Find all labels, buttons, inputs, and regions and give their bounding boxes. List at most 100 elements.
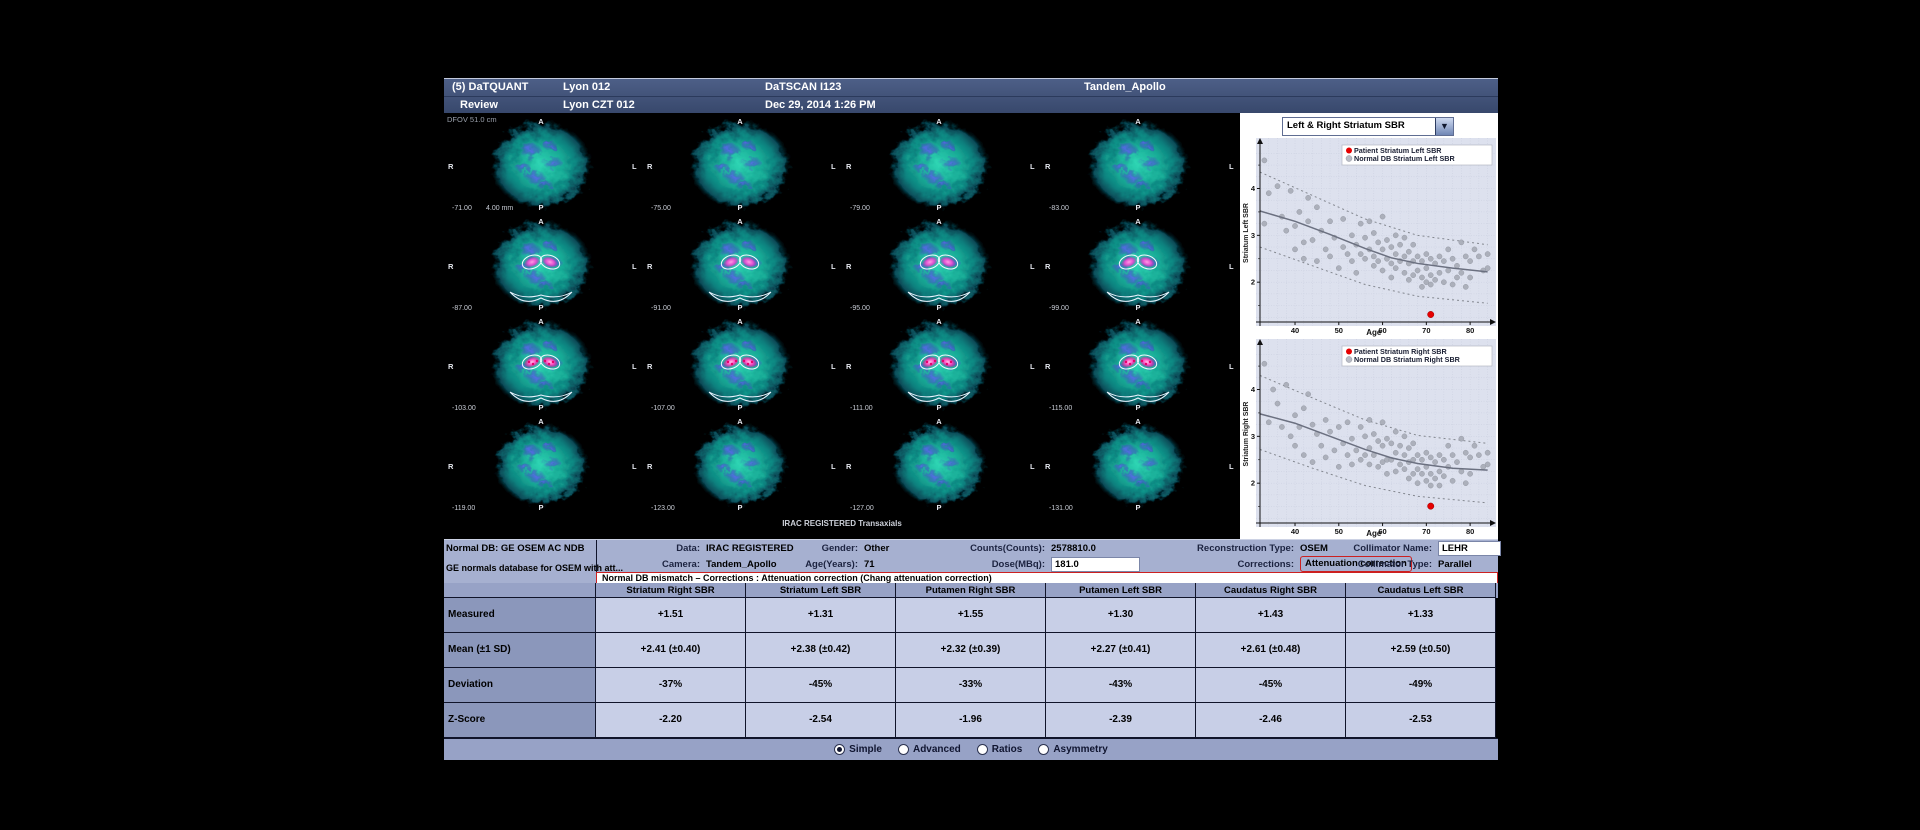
svg-text:R: R [448,462,454,471]
svg-text:L: L [1229,162,1234,171]
svg-text:L: L [1030,362,1035,371]
svg-text:A: A [538,417,544,426]
table-value-cell: +2.41 (±0.40) [596,633,746,668]
table-value-cell: -1.96 [896,703,1046,738]
svg-text:L: L [831,162,836,171]
field-label: Collimator Type: [1272,559,1432,570]
svg-text:P: P [936,203,941,212]
svg-text:P: P [538,503,543,512]
svg-text:P: P [936,403,941,412]
view-mode-option-asymmetry[interactable]: Asymmetry [1038,744,1107,755]
svg-text:A: A [1135,117,1141,126]
field-input[interactable]: LEHR [1438,541,1501,556]
svg-text:-71.00: -71.00 [452,205,472,212]
svg-text:R: R [448,262,454,271]
svg-text:4.00 mm: 4.00 mm [486,205,513,212]
header-cell: Lyon 012 [563,81,610,93]
svg-text:P: P [538,203,543,212]
svg-text:-83.00: -83.00 [1049,205,1069,212]
table-value-cell: -45% [746,668,896,703]
svg-text:P: P [936,303,941,312]
svg-text:P: P [737,303,742,312]
table-value-cell: -45% [1196,668,1346,703]
radio-button-icon[interactable] [898,744,909,755]
svg-text:R: R [448,362,454,371]
table-value-cell: +1.33 [1346,598,1496,633]
table-row-label: Deviation [444,668,596,703]
svg-text:40: 40 [1291,527,1299,536]
field-value: 2578810.0 [1051,543,1096,554]
brain-slice-cell: APRL-107.00 [643,313,842,413]
svg-text:P: P [1135,203,1140,212]
info-fields-row1: Data:IRAC REGISTEREDGender:OtherCounts(C… [596,540,1498,556]
radio-selected-dot [837,747,842,752]
view-mode-option-ratios[interactable]: Ratios [977,744,1023,755]
field-label: Dose(MBq): [885,559,1045,570]
svg-text:Normal DB Striatum Right SBR: Normal DB Striatum Right SBR [1354,355,1461,364]
svg-text:-95.00: -95.00 [850,305,870,312]
svg-text:R: R [647,362,653,371]
table-column-header: Caudatus Left SBR [1346,583,1496,598]
brain-slice-cell: APRL-119.00 [444,413,643,513]
svg-text:70: 70 [1422,326,1430,335]
header-cell: Review [460,99,498,111]
brain-slice-cell: APRL-99.00 [1041,213,1240,313]
field-label: Gender: [698,543,858,554]
field-label: Counts(Counts): [885,543,1045,554]
view-mode-option-advanced[interactable]: Advanced [898,744,961,755]
scatter-plot-striatum-right: 4050607080234AgeStriatum Right SBRPatien… [1240,337,1498,539]
table-value-cell: -2.54 [746,703,896,738]
svg-text:P: P [1135,403,1140,412]
svg-text:R: R [846,362,852,371]
table-value-cell: -43% [1046,668,1196,703]
svg-text:50: 50 [1335,326,1343,335]
series-caption: IRAC REGISTERED Transaxials [444,519,1240,528]
svg-text:-79.00: -79.00 [850,205,870,212]
radio-button-icon[interactable] [834,744,845,755]
svg-text:R: R [647,262,653,271]
svg-text:-87.00: -87.00 [452,305,472,312]
table-row: Z-Score-2.20-2.54-1.96-2.39-2.46-2.53 [444,703,1498,738]
field-label: Data: [540,543,700,554]
brain-slice-cell: APRL-71.004.00 mm [444,113,643,213]
radio-button-icon[interactable] [1038,744,1049,755]
radio-label: Asymmetry [1053,744,1107,755]
patient-data-point [1428,311,1434,317]
svg-text:P: P [737,503,742,512]
view-mode-option-simple[interactable]: Simple [834,744,882,755]
svg-text:40: 40 [1291,326,1299,335]
field-input[interactable]: 181.0 [1051,557,1140,572]
radio-label: Advanced [913,744,961,755]
svg-text:L: L [632,162,637,171]
svg-text:A: A [1135,417,1141,426]
table-value-cell: -2.39 [1046,703,1196,738]
svg-text:A: A [538,217,544,226]
table-value-cell: -37% [596,668,746,703]
brain-slice-cell: APRL-127.00 [842,413,1041,513]
svg-text:R: R [846,462,852,471]
svg-text:-119.00: -119.00 [452,505,475,512]
svg-text:Normal DB Striatum Left SBR: Normal DB Striatum Left SBR [1354,154,1455,163]
plot-selector-dropdown[interactable]: Left & Right Striatum SBR ▼ [1282,117,1454,136]
table-row: Deviation-37%-45%-33%-43%-45%-49% [444,668,1498,703]
radio-label: Ratios [992,744,1023,755]
svg-text:L: L [1229,462,1234,471]
svg-text:L: L [1229,362,1234,371]
plot-selector-value: Left & Right Striatum SBR [1283,118,1435,135]
dropdown-button[interactable]: ▼ [1435,118,1453,135]
field-label: Camera: [540,559,700,570]
field-label: Age(Years): [698,559,858,570]
radio-button-icon[interactable] [977,744,988,755]
svg-text:P: P [737,203,742,212]
header-cell: Dec 29, 2014 1:26 PM [765,99,876,111]
table-row: Mean (±1 SD)+2.41 (±0.40)+2.38 (±0.42)+2… [444,633,1498,668]
svg-text:R: R [448,162,454,171]
db-mismatch-warning-text: Normal DB mismatch – Corrections : Atten… [602,573,992,583]
field-label: Collimator Name: [1272,543,1432,554]
screen-background: { "window": { "header": { "row1": ["(5) … [0,0,1920,830]
svg-text:R: R [647,462,653,471]
svg-text:Striatum Right SBR: Striatum Right SBR [1243,402,1250,467]
table-row-label: Mean (±1 SD) [444,633,596,668]
brain-slice-cell: APRL-95.00 [842,213,1041,313]
table-value-cell: +2.27 (±0.41) [1046,633,1196,668]
